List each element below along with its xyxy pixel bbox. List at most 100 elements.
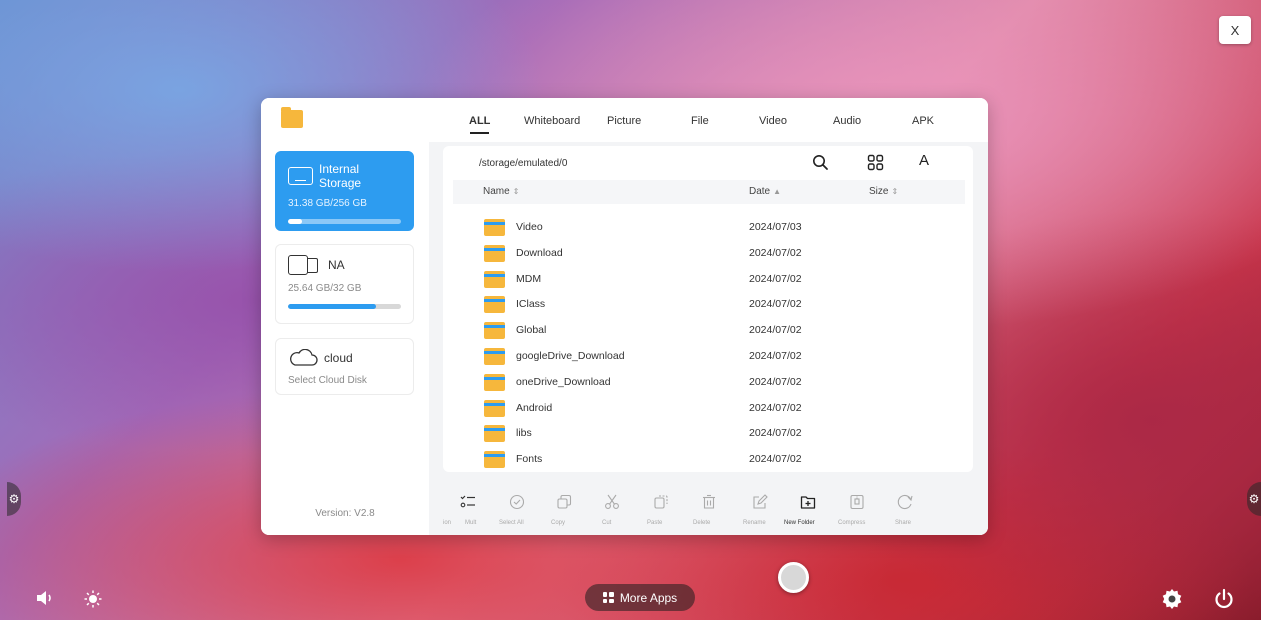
action-label: Select All	[499, 520, 524, 526]
delete-button[interactable]	[701, 494, 717, 510]
more-apps-button[interactable]: More Apps	[585, 584, 695, 611]
tab-apk[interactable]: APK	[912, 115, 934, 127]
file-date: 2024/07/02	[749, 349, 802, 362]
column-size[interactable]: Size ⇕	[869, 186, 898, 197]
action-label: New Folder	[784, 520, 815, 526]
tab-video[interactable]: Video	[759, 115, 787, 127]
volume-icon[interactable]	[36, 590, 54, 606]
share-button[interactable]	[897, 494, 913, 510]
multi-select-button[interactable]	[460, 494, 476, 510]
multi-select-icon	[460, 494, 476, 510]
gear-icon: ⚙	[1248, 492, 1260, 506]
file-list: Video 2024/07/03 Download 2024/07/02 MDM 2024…	[443, 215, 973, 473]
column-name[interactable]: Name ⇕	[483, 186, 519, 197]
grid-view-icon[interactable]	[867, 154, 884, 171]
folder-icon	[484, 219, 505, 236]
file-row[interactable]: Android 2024/07/02	[443, 396, 973, 422]
share-icon	[897, 494, 913, 510]
file-name: oneDrive_Download	[516, 375, 611, 388]
paste-button[interactable]	[653, 494, 669, 510]
cut-button[interactable]	[604, 494, 620, 510]
file-row[interactable]: oneDrive_Download 2024/07/02	[443, 370, 973, 396]
file-date: 2024/07/02	[749, 401, 802, 414]
file-row[interactable]: MDM 2024/07/02	[443, 267, 973, 293]
column-date[interactable]: Date ▲	[749, 186, 781, 197]
action-label: Cut	[602, 520, 612, 526]
storage-progress	[288, 219, 401, 224]
action-label: Mult	[465, 520, 477, 526]
file-date: 2024/07/02	[749, 298, 802, 311]
rename-button[interactable]	[752, 494, 768, 510]
rename-icon	[752, 494, 768, 510]
compress-button[interactable]	[849, 494, 865, 510]
storage-name: cloud	[324, 351, 353, 365]
compress-icon	[849, 494, 865, 510]
left-sidebar-handle[interactable]: ⚙	[7, 482, 21, 516]
home-button[interactable]	[778, 562, 809, 593]
sort-icon: ⇕	[891, 187, 899, 196]
sort-icon: ⇕	[512, 187, 520, 196]
check-circle-icon	[509, 494, 525, 510]
file-name: Android	[516, 401, 553, 414]
storage-name: Internal Storage	[319, 162, 362, 190]
drive-icon	[288, 167, 314, 185]
action-label: Compress	[838, 520, 866, 526]
tab-file[interactable]: File	[691, 115, 709, 127]
file-row[interactable]: Video 2024/07/03	[443, 215, 973, 241]
column-name-label: Name	[483, 186, 510, 197]
file-name: libs	[516, 427, 532, 440]
storage-cloud[interactable]: cloud Select Cloud Disk	[275, 338, 414, 395]
file-row[interactable]: Global 2024/07/02	[443, 318, 973, 344]
brightness-icon[interactable]	[84, 590, 102, 608]
close-button[interactable]: X	[1219, 16, 1251, 44]
folder-icon	[484, 322, 505, 340]
copy-button[interactable]	[556, 494, 572, 510]
file-row[interactable]: IClass 2024/07/02	[443, 292, 973, 318]
new-folder-button[interactable]	[800, 494, 816, 510]
gear-icon: ⚙	[8, 492, 20, 506]
column-date-label: Date	[749, 186, 771, 197]
cloud-icon	[290, 349, 318, 366]
copy-icon	[556, 494, 572, 510]
storage-usage: 25.64 GB/32 GB	[288, 283, 362, 294]
file-date: 2024/07/02	[749, 246, 802, 259]
storage-usb[interactable]: NA 25.64 GB/32 GB	[275, 244, 414, 324]
file-row[interactable]: libs 2024/07/02	[443, 421, 973, 447]
tab-whiteboard[interactable]: Whiteboard	[524, 115, 580, 127]
tab-audio[interactable]: Audio	[833, 115, 861, 127]
dock-left	[36, 590, 102, 608]
storage-internal[interactable]: Internal Storage 31.38 GB/256 GB	[275, 151, 414, 231]
file-browser: ALL Whiteboard Picture File Video Audio APK /s…	[429, 98, 988, 535]
settings-icon[interactable]	[1161, 588, 1183, 610]
storage-progress	[288, 304, 401, 309]
file-row[interactable]: Download 2024/07/02	[443, 241, 973, 267]
file-list-panel: /storage/emulated/0 A Name ⇕ Date ▲ Size ⇕ …	[443, 146, 973, 472]
file-date: 2024/07/02	[749, 272, 802, 285]
sort-icon: ▲	[773, 187, 782, 196]
font-size-button[interactable]: A	[919, 152, 929, 169]
file-name: IClass	[516, 298, 546, 311]
search-icon[interactable]	[812, 154, 829, 171]
folder-icon	[484, 347, 505, 365]
category-tabs: ALL Whiteboard Picture File Video Audio APK	[429, 98, 988, 142]
column-header: Name ⇕ Date ▲ Size ⇕	[453, 180, 965, 204]
file-name: MDM	[516, 272, 542, 285]
tab-all[interactable]: ALL	[469, 115, 490, 134]
tab-picture[interactable]: Picture	[607, 115, 641, 127]
power-icon[interactable]	[1213, 588, 1235, 610]
storage-progress-fill	[288, 219, 302, 224]
file-manager-window: Internal Storage 31.38 GB/256 GB NA 25.6…	[261, 98, 988, 535]
right-sidebar-handle[interactable]: ⚙	[1247, 482, 1261, 516]
folder-icon	[484, 270, 505, 288]
current-path: /storage/emulated/0	[479, 157, 568, 169]
folder-icon	[484, 425, 505, 443]
folder-icon	[281, 107, 303, 128]
file-row[interactable]: googleDrive_Download 2024/07/02	[443, 344, 973, 370]
check-circle-button[interactable]	[509, 494, 525, 510]
action-bar: ion Mult Select All Copy Cut Paste Delete Renam…	[429, 483, 988, 535]
cut-icon	[604, 494, 620, 510]
action-label: Delete	[693, 520, 711, 526]
file-row[interactable]: Fonts 2024/07/02	[443, 447, 973, 473]
file-name: Video	[516, 221, 543, 233]
action-label: Paste	[647, 520, 663, 526]
